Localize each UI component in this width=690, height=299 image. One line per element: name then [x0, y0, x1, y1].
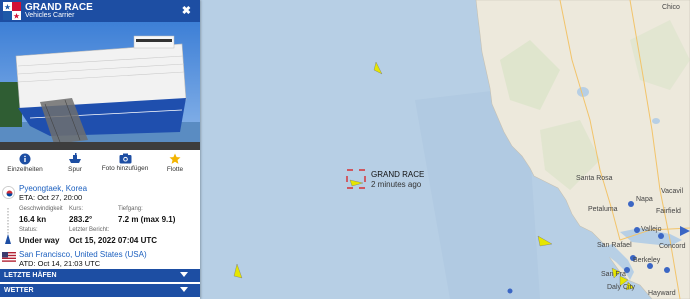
draught-value: 7.2 m (max 9.1) [118, 215, 176, 224]
vessel-dot[interactable] [507, 288, 513, 294]
chevron-down-icon [180, 272, 188, 277]
chevron-down-icon [180, 287, 188, 292]
route-line-icon [5, 208, 11, 244]
destination-eta: ETA: Oct 27, 20:00 [19, 193, 83, 202]
details-button[interactable]: Einzelheiten [0, 152, 50, 180]
place-label: Fairfield [656, 208, 681, 215]
place-label: Napa [636, 196, 653, 203]
usa-flag-icon [2, 252, 16, 262]
place-label: Hayward [648, 290, 676, 297]
vessel-type: Vehicles Carrier [25, 12, 75, 19]
add-photo-label: Foto hinzufügen [101, 165, 149, 172]
map-view[interactable]: GRAND RACE 2 minutes ago Chico Santa Ros… [200, 0, 690, 299]
place-label: Vallejo [641, 226, 662, 233]
info-icon [19, 153, 31, 165]
weather-section[interactable]: WETTER [0, 284, 200, 297]
weather-label: WETTER [4, 287, 34, 294]
star-icon [169, 153, 181, 164]
place-label: Chico [662, 4, 680, 11]
track-icon [69, 153, 81, 163]
selected-ship-label[interactable]: GRAND RACE 2 minutes ago [371, 170, 424, 190]
track-button[interactable]: Spur [50, 152, 100, 180]
voyage-info: Geschwindigkeit 16.4 kn Kurs: 283.2° Tie… [0, 204, 200, 248]
place-label: San Rafael [597, 242, 632, 249]
details-label: Einzelheiten [7, 166, 43, 173]
vessel-header: GRAND RACE Vehicles Carrier ✖ [0, 0, 200, 22]
korea-flag-icon [2, 186, 15, 199]
status-label: Status: [19, 227, 38, 233]
camera-icon [119, 153, 131, 164]
vessel-dot[interactable] [664, 267, 670, 273]
add-photo-button[interactable]: Foto hinzufügen [100, 152, 150, 180]
place-label: Concord [659, 243, 686, 250]
place-label: San Fra [601, 271, 626, 278]
place-label: Vacavil [661, 188, 684, 195]
course-label: Kurs: [69, 206, 84, 212]
speed-value: 16.4 kn [19, 215, 47, 224]
place-label: Petaluma [588, 206, 618, 213]
origin: San Francisco, United States (USA) ATD: … [0, 248, 200, 269]
last-report-value: Oct 15, 2022 07:04 UTC [69, 236, 158, 245]
map-canvas[interactable] [200, 0, 690, 299]
selected-ship-name: GRAND RACE [371, 170, 425, 179]
last-report-label: Letzter Bericht: [69, 227, 110, 233]
destination-port[interactable]: Pyeongtaek, Korea [19, 184, 87, 193]
vessel-panel: GRAND RACE Vehicles Carrier ✖ Einzelheit… [0, 0, 200, 299]
recent-ports-label: LETZTE HÄFEN [4, 272, 57, 279]
place-label: Berkeley [633, 257, 661, 264]
selected-ship-age: 2 minutes ago [371, 180, 422, 189]
draught-label: Tiefgang: [118, 206, 143, 212]
recent-ports-section[interactable]: LETZTE HÄFEN [0, 269, 200, 282]
fleet-label: Flotte [166, 166, 184, 173]
close-icon[interactable]: ✖ [182, 4, 191, 17]
origin-port[interactable]: San Francisco, United States (USA) [19, 250, 147, 259]
vessel-photo[interactable] [0, 22, 200, 150]
track-label: Spur [68, 166, 82, 173]
vessel-dot[interactable] [634, 227, 640, 233]
panama-flag-icon [3, 2, 21, 20]
status-value: Under way [19, 236, 60, 245]
origin-atd: ATD: Oct 14, 21:03 UTC [19, 259, 101, 268]
vessel-dot[interactable] [658, 233, 664, 239]
destination: Pyeongtaek, Korea ETA: Oct 27, 20:00 [0, 182, 200, 204]
place-label: Santa Rosa [576, 175, 613, 182]
speed-label: Geschwindigkeit [19, 206, 63, 212]
course-value: 283.2° [69, 215, 93, 224]
fleet-button[interactable]: Flotte [150, 152, 200, 180]
vessel-dot[interactable] [628, 201, 634, 207]
place-label: Daly City [607, 284, 636, 291]
vessel-actions: Einzelheiten Spur Foto hinzufügen Flotte [0, 152, 200, 180]
